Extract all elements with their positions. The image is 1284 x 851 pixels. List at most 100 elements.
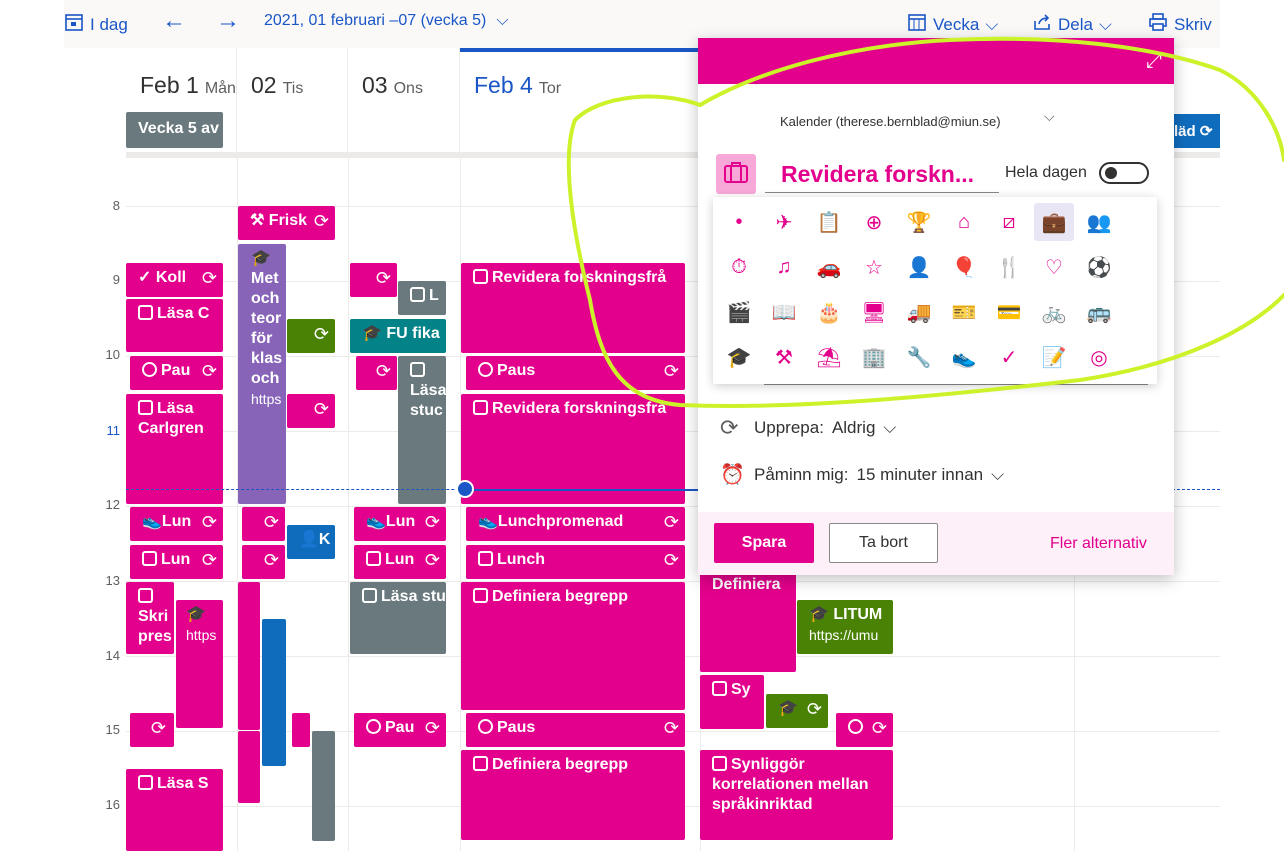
event-tue-lunchpromenad[interactable]: ⟳ <box>242 507 285 541</box>
event-tue-small-2[interactable] <box>292 713 310 747</box>
event-mon-paus[interactable]: Pau ⟳ <box>130 356 223 390</box>
ticket-icon[interactable]: 🎫 <box>944 293 984 331</box>
event-fri-paus[interactable]: ⟳ <box>836 713 893 747</box>
home-icon[interactable]: ⌂ <box>944 203 984 241</box>
event-mon-lasa-s[interactable]: Läsa S <box>126 769 223 851</box>
event-mon-https[interactable]: 🎓 https <box>176 600 223 728</box>
checkmark-icon[interactable]: ✓ <box>989 338 1029 376</box>
event-tue-k[interactable]: 👤K <box>287 525 335 559</box>
heart-icon[interactable]: ♡ <box>1034 248 1074 286</box>
event-fri-definiera[interactable]: Definiera <box>700 560 796 672</box>
reminder-selector[interactable]: ⏰ Påminn mig: 15 minuter innan ⌵ <box>720 462 1004 487</box>
person-icon[interactable]: 👤 <box>899 248 939 286</box>
more-options-link[interactable]: Fler alternativ <box>1050 535 1147 553</box>
event-fri-litum[interactable]: 🎓 LITUM https://umu <box>797 600 893 654</box>
allday-toggle[interactable] <box>1099 162 1149 184</box>
event-tue-small-1[interactable] <box>238 582 260 730</box>
first-aid-icon[interactable]: ⊕ <box>854 203 894 241</box>
print-button[interactable]: Skriv <box>1148 12 1212 37</box>
briefcase-icon[interactable]: 💼 <box>1034 203 1074 241</box>
delete-button[interactable]: Ta bort <box>829 523 938 563</box>
balloon-icon[interactable]: 🎈 <box>944 248 984 286</box>
event-mon-lunchpromenad[interactable]: 👟Lun ⟳ <box>130 507 223 541</box>
target-icon[interactable]: ◎ <box>1079 338 1119 376</box>
day-header-tue[interactable]: 02 Tis <box>237 48 348 154</box>
day-header-thu[interactable]: Feb 4 Tor <box>460 48 700 154</box>
event-thu-paus-2[interactable]: Paus ⟳ <box>466 713 685 747</box>
beach-icon[interactable]: ⛱ <box>809 338 849 376</box>
trophy-icon[interactable]: 🏆 <box>899 203 939 241</box>
event-thu-definiera-1[interactable]: Definiera begrepp <box>461 582 685 710</box>
event-mon-skri[interactable]: Skri pres <box>126 582 174 654</box>
notepad-icon[interactable]: 📋 <box>809 203 849 241</box>
soccer-icon[interactable]: ⚽ <box>1079 248 1119 286</box>
event-wed-lasa-studenttext[interactable]: Läsa studenttex <box>350 582 446 654</box>
event-fri-sy[interactable]: Sy <box>700 675 764 729</box>
event-fri-synliggor[interactable]: Synliggör korrelationen mellan språkinri… <box>700 750 893 840</box>
event-wed-recurring-1[interactable]: ⟳ <box>350 263 397 297</box>
event-tue-green[interactable]: ⟳ <box>287 319 335 353</box>
event-wed-lunch[interactable]: Lun ⟳ <box>354 545 446 579</box>
event-tue-metod[interactable]: 🎓 Met och teor för klas och https <box>238 244 286 504</box>
clapper-icon[interactable]: 🎬 <box>719 293 759 331</box>
timer-icon[interactable]: ⏱ <box>719 248 759 286</box>
prev-week-arrow-icon[interactable]: ← <box>162 7 186 35</box>
truck-icon[interactable]: 🚚 <box>899 293 939 331</box>
event-tue-frisk[interactable]: ⚒ Frisk ⟳ <box>238 206 335 240</box>
event-wed-fu-fika[interactable]: 🎓 FU fika <box>350 319 446 353</box>
today-button[interactable]: I dag <box>64 12 128 37</box>
view-switcher[interactable]: Vecka ⌵ <box>907 12 998 37</box>
repeat-selector[interactable]: ⟳ Upprepa: Aldrig ⌵ <box>720 415 896 441</box>
star-icon[interactable]: ☆ <box>854 248 894 286</box>
event-thu-paus-1[interactable]: Paus ⟳ <box>466 356 685 390</box>
event-title-input[interactable] <box>765 156 999 193</box>
cake-icon[interactable]: 🎂 <box>809 293 849 331</box>
event-thu-revidera-1[interactable]: Revidera forskningsfrå <box>461 263 685 353</box>
event-tue-blue[interactable] <box>262 619 286 766</box>
event-tue-recurring[interactable]: ⟳ <box>287 394 335 428</box>
event-mon-lasa-c[interactable]: Läsa C <box>126 299 223 352</box>
expand-icon[interactable]: ⤢ <box>1146 50 1162 73</box>
fri-allday-event[interactable]: läd ⟳ <box>1170 114 1220 148</box>
event-thu-revidera-2[interactable]: Revidera forskningsfrå <box>461 394 685 504</box>
shoe-icon[interactable]: 👟 <box>944 338 984 376</box>
fork-knife-icon[interactable]: 🍴 <box>989 248 1029 286</box>
day-header-wed[interactable]: 03 Ons <box>348 48 460 154</box>
dot-icon[interactable]: • <box>719 203 759 241</box>
event-thu-lunch[interactable]: Lunch ⟳ <box>466 545 685 579</box>
date-range-picker[interactable]: 2021, 01 februari –07 (vecka 5) ⌵ <box>264 12 509 30</box>
event-wed-l[interactable]: L <box>398 281 446 315</box>
dumbbell-icon[interactable]: ⚒ <box>764 338 804 376</box>
event-mon-lasa-carlgren[interactable]: Läsa Carlgren <box>126 394 223 504</box>
event-mon-recurring[interactable]: ⟳ <box>130 713 174 747</box>
event-tue-gray[interactable] <box>312 731 335 841</box>
save-button[interactable]: Spara <box>714 523 814 563</box>
event-fri-green[interactable]: 🎓 ⟳ <box>766 694 828 728</box>
book-icon[interactable]: 📖 <box>764 293 804 331</box>
bandage-icon[interactable]: ⧄ <box>989 203 1029 241</box>
bus-icon[interactable]: 🚌 <box>1079 293 1119 331</box>
event-mon-koll[interactable]: ✓ Koll ⟳ <box>126 263 223 297</box>
people-icon[interactable]: 👥 <box>1079 203 1119 241</box>
event-thu-definiera-2[interactable]: Definiera begrepp <box>461 750 685 840</box>
event-thu-lunchpromenad[interactable]: 👟Lunchpromenad ⟳ <box>466 507 685 541</box>
monitor-icon[interactable]: 🖥 <box>854 293 894 331</box>
building-icon[interactable]: 🏢 <box>854 338 894 376</box>
chevron-down-icon[interactable]: ⌵ <box>1044 108 1055 125</box>
wrench-icon[interactable]: 🔧 <box>899 338 939 376</box>
event-tue-small-3[interactable] <box>238 731 260 803</box>
event-wed-recurring-2[interactable]: ⟳ <box>356 356 397 390</box>
event-wed-paus[interactable]: Pau ⟳ <box>354 713 446 747</box>
share-button[interactable]: Dela ⌵ <box>1032 12 1112 37</box>
survey-icon[interactable]: 📝 <box>1034 338 1074 376</box>
bicycle-icon[interactable]: 🚲 <box>1034 293 1074 331</box>
airplane-icon[interactable]: ✈ <box>764 203 804 241</box>
graduation-cap-icon[interactable]: 🎓 <box>719 338 759 376</box>
car-icon[interactable]: 🚗 <box>809 248 849 286</box>
event-mon-lunch[interactable]: Lun ⟳ <box>130 545 223 579</box>
category-icon-button[interactable] <box>716 154 756 194</box>
next-week-arrow-icon[interactable]: → <box>216 7 240 35</box>
event-tue-lunch[interactable]: ⟳ <box>242 545 285 579</box>
event-wed-lunchpromenad[interactable]: 👟Lun ⟳ <box>354 507 446 541</box>
calendar-selector[interactable]: Kalender (therese.bernblad@miun.se) <box>780 114 1001 129</box>
